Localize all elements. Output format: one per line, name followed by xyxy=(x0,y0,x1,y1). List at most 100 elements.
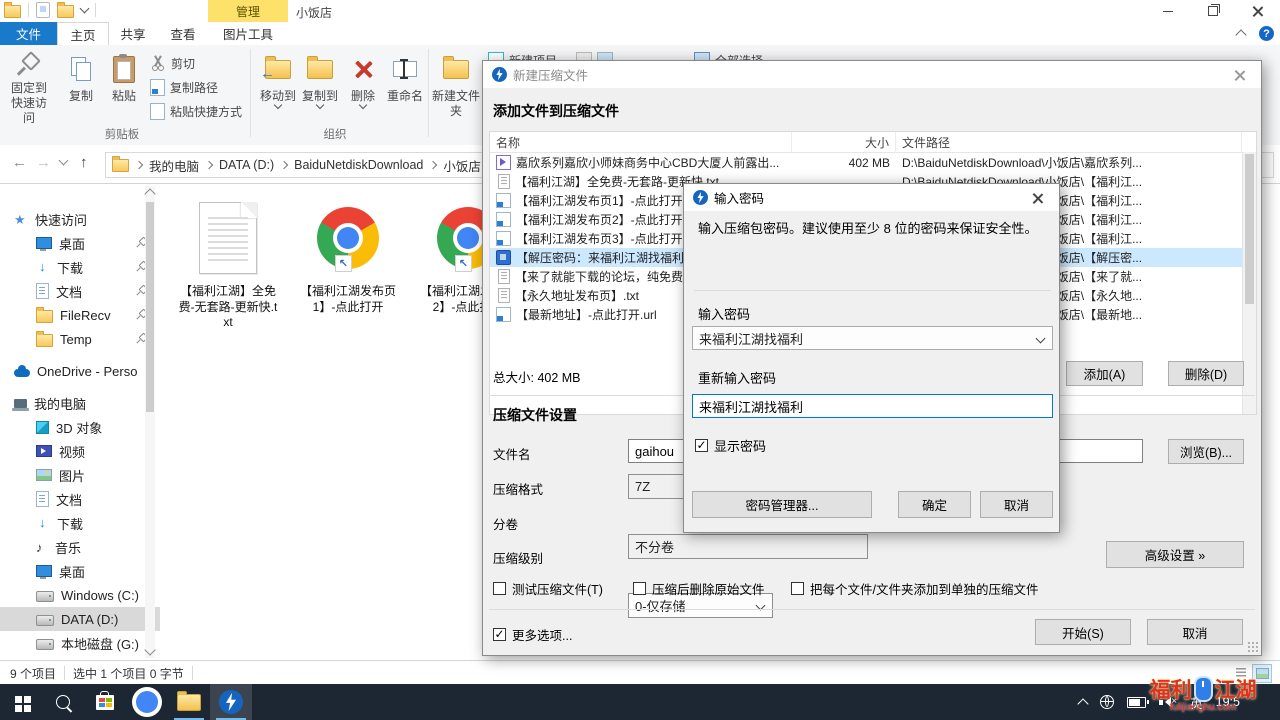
breadcrumb-item[interactable]: BaiduNetdiskDownload xyxy=(290,158,427,172)
advanced-settings-button[interactable]: 高级设置 » xyxy=(1106,541,1244,568)
chrome-taskbar-button[interactable] xyxy=(126,684,168,720)
collapse-ribbon-icon[interactable] xyxy=(1235,29,1246,40)
explorer-taskbar-button[interactable] xyxy=(168,684,210,720)
paste-button[interactable]: 粘贴 xyxy=(101,48,147,126)
help-icon[interactable]: ? xyxy=(1259,26,1274,41)
details-view-button[interactable] xyxy=(1232,664,1250,681)
hidden-icons-chevron-icon[interactable] xyxy=(1077,698,1088,709)
close-button[interactable] xyxy=(1235,0,1280,22)
scroll-down-icon[interactable] xyxy=(144,644,155,655)
sidebar-item[interactable]: 文档 xyxy=(0,487,160,511)
breadcrumb-item[interactable]: 我的电脑 xyxy=(145,156,203,175)
sidebar-item[interactable]: 3D 对象 xyxy=(0,415,160,439)
password-manager-button[interactable]: 密码管理器... xyxy=(692,491,872,518)
scrollbar-thumb[interactable] xyxy=(146,202,154,412)
customize-qat-chevron-icon[interactable] xyxy=(80,4,90,14)
breadcrumb-item[interactable]: DATA (D:) xyxy=(215,158,278,172)
tab-view[interactable]: 查看 xyxy=(158,22,208,45)
sidebar-item[interactable]: 桌面 xyxy=(0,231,160,255)
battery-icon[interactable] xyxy=(1127,697,1146,708)
enter-password-combobox[interactable]: 来福利江湖找福利 xyxy=(692,326,1053,350)
sidebar-item[interactable]: 文档 xyxy=(0,279,160,303)
sidebar-item[interactable]: 快速访问 xyxy=(0,207,160,231)
new-folder-icon[interactable] xyxy=(57,5,74,18)
sidebar-item[interactable]: FileRecv xyxy=(0,303,160,327)
sidebar-item[interactable]: OneDrive - Perso xyxy=(0,359,160,383)
copy-path-button[interactable]: 复制路径 xyxy=(150,77,218,97)
browse-button[interactable]: 浏览(B)... xyxy=(1168,439,1244,464)
bandizip-taskbar-button[interactable] xyxy=(210,684,252,720)
start-button[interactable]: 开始(S) xyxy=(1035,619,1131,645)
sidebar-scrollbar[interactable] xyxy=(145,186,155,658)
tab-share[interactable]: 共享 xyxy=(108,22,158,45)
show-password-checkbox[interactable]: 显示密码 xyxy=(695,436,766,455)
test-archive-checkbox[interactable]: 测试压缩文件(T) xyxy=(493,579,603,598)
column-header[interactable]: 大小 xyxy=(792,132,896,152)
item-count: 9 个项目 xyxy=(10,665,56,682)
reenter-password-input[interactable] xyxy=(692,394,1053,418)
scroll-up-icon[interactable] xyxy=(144,188,155,199)
sidebar-item[interactable]: 音乐 xyxy=(0,535,160,559)
resize-grip[interactable] xyxy=(1248,642,1258,652)
column-header[interactable]: 名称 xyxy=(490,132,792,152)
breadcrumb-item[interactable]: 小饭店 xyxy=(439,156,485,175)
table-scrollbar[interactable] xyxy=(1242,152,1256,414)
password-dialog-close-button[interactable] xyxy=(1017,184,1059,211)
file-item[interactable]: ↗【福利江湖发布页1】-点此打开 xyxy=(295,192,401,331)
history-chevron-icon[interactable] xyxy=(60,151,67,168)
column-header[interactable]: 文件路径 xyxy=(896,132,1242,152)
sidebar-item[interactable]: 桌面 xyxy=(0,559,160,583)
star-icon xyxy=(14,212,28,226)
pin-to-quick-access-button[interactable]: 固定到快速访问 xyxy=(6,48,52,126)
tab-picture-tools[interactable]: 图片工具 xyxy=(208,22,288,45)
archive-dialog-close-button[interactable] xyxy=(1219,61,1261,88)
properties-icon[interactable] xyxy=(36,2,50,18)
paste-shortcut-button[interactable]: 粘贴快捷方式 xyxy=(150,101,242,121)
input-language[interactable]: 英 xyxy=(1190,693,1203,712)
remove-button[interactable]: 删除(D) xyxy=(1168,361,1244,386)
rename-button[interactable]: 重命名 xyxy=(382,48,428,126)
sidebar-item[interactable]: 本地磁盘 (G:) xyxy=(0,631,160,655)
up-icon[interactable]: ↑ xyxy=(80,154,88,171)
file-path: D:\BaiduNetdiskDownload\小饭店\嘉欣系列... xyxy=(902,154,1142,171)
sidebar-item[interactable]: Temp xyxy=(0,327,160,351)
sidebar-item[interactable]: 下载 xyxy=(0,511,160,535)
tab-file[interactable]: 文件 xyxy=(0,22,57,45)
sidebar-item-label: 下载 xyxy=(57,514,83,533)
thumbnail-view-button[interactable] xyxy=(1252,664,1272,683)
sidebar-item[interactable]: DATA (D:) xyxy=(0,607,160,631)
new-folder-button[interactable]: 新建文件夹 xyxy=(432,48,480,126)
sidebar-item[interactable]: 视频 xyxy=(0,439,160,463)
sidebar-item[interactable]: 我的电脑 xyxy=(0,391,160,415)
volume-muted-icon[interactable]: × xyxy=(1159,696,1177,708)
copy-button[interactable]: 复制 xyxy=(58,48,104,126)
file-item[interactable]: 【福利江湖】全免费-无套路-更新快.txt xyxy=(175,192,281,331)
volume-combobox[interactable]: 不分卷 xyxy=(628,534,868,559)
start-button[interactable] xyxy=(0,684,42,720)
more-options-checkbox[interactable]: 更多选项... xyxy=(493,625,572,644)
network-icon[interactable] xyxy=(1100,695,1114,709)
back-icon[interactable]: ← xyxy=(12,154,27,171)
sidebar-item[interactable]: Windows (C:) xyxy=(0,583,160,607)
restore-button[interactable] xyxy=(1190,0,1235,22)
store-button[interactable] xyxy=(84,684,126,720)
taskbar-search-button[interactable] xyxy=(42,684,84,720)
add-button[interactable]: 添加(A) xyxy=(1066,361,1143,386)
delete-button[interactable]: 删除 xyxy=(340,48,386,126)
move-to-button[interactable]: ← 移动到 xyxy=(255,48,301,126)
tab-home[interactable]: 主页 xyxy=(57,22,109,46)
minimize-button[interactable] xyxy=(1145,0,1190,22)
clock[interactable]: 19:5 xyxy=(1216,695,1240,709)
sidebar-item[interactable]: 图片 xyxy=(0,463,160,487)
folder-icon[interactable] xyxy=(4,5,21,18)
cancel-button[interactable]: 取消 xyxy=(980,491,1053,518)
copy-to-button[interactable]: 复制到 xyxy=(297,48,343,126)
separate-archives-checkbox[interactable]: 把每个文件/文件夹添加到单独的压缩文件 xyxy=(791,579,1038,598)
delete-after-checkbox[interactable]: 压缩后删除原始文件 xyxy=(633,579,765,598)
table-row[interactable]: 嘉欣系列嘉欣小师妹商务中心CBD大厦人前露出...402 MBD:\BaiduN… xyxy=(490,153,1256,172)
cut-button[interactable]: 剪切 xyxy=(150,53,195,73)
dialog-cancel-button[interactable]: 取消 xyxy=(1147,619,1243,645)
forward-icon[interactable]: → xyxy=(36,154,51,171)
ok-button[interactable]: 确定 xyxy=(898,491,971,518)
sidebar-item[interactable]: 下载 xyxy=(0,255,160,279)
